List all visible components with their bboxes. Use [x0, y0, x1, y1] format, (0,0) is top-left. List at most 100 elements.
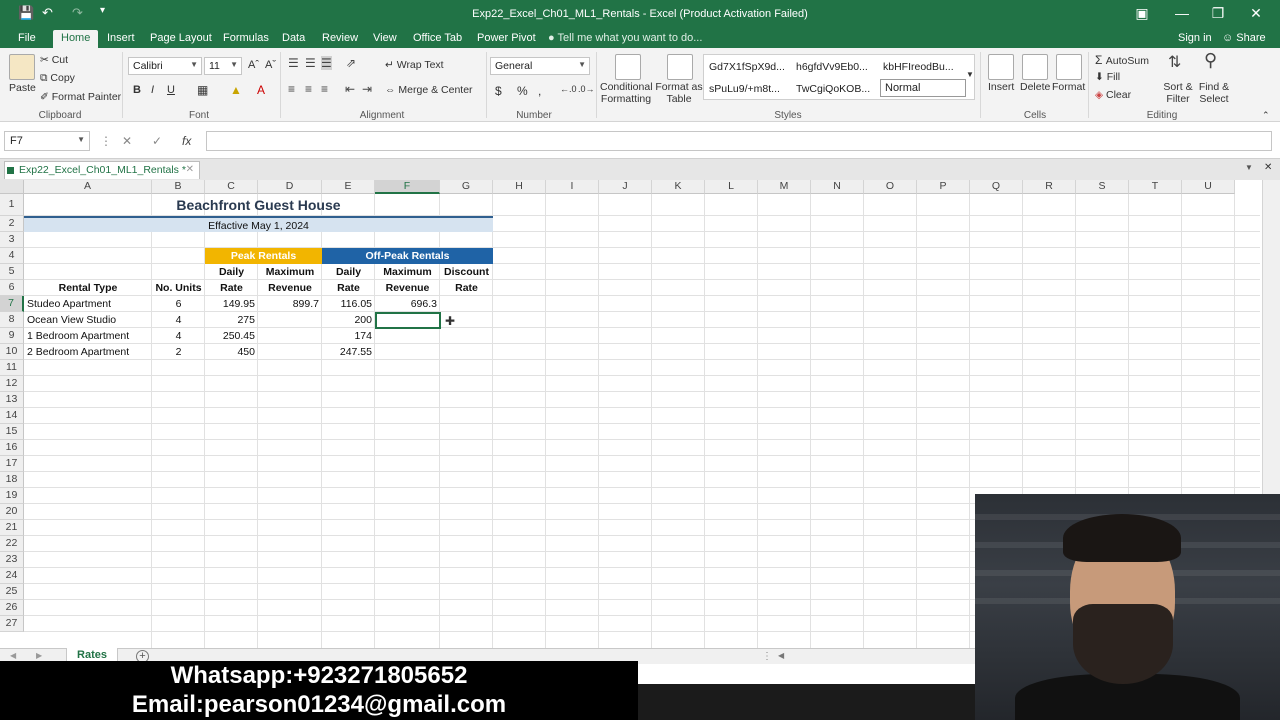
close-button[interactable]: ✕ — [1246, 5, 1266, 22]
increase-font-icon[interactable]: Aˆ — [248, 59, 259, 71]
column-header-a[interactable]: A — [24, 180, 152, 194]
peak-rate-cell[interactable]: 275 — [205, 312, 258, 328]
insert-cells-button[interactable]: Insert — [988, 81, 1014, 93]
offpeak-rate-cell[interactable]: 174 — [322, 328, 375, 344]
row-header-18[interactable]: 18 — [0, 472, 24, 488]
borders-icon[interactable]: ▦ — [197, 83, 208, 97]
orientation-icon[interactable]: ⇗ — [346, 56, 356, 70]
header-cell[interactable]: Rate — [440, 280, 493, 296]
row-header-5[interactable]: 5 — [0, 264, 24, 280]
tab-data[interactable]: Data — [274, 30, 313, 48]
row-header-14[interactable]: 14 — [0, 408, 24, 424]
autosum-button[interactable]: Σ AutoSum — [1095, 53, 1149, 67]
format-cells-icon[interactable] — [1056, 54, 1082, 80]
column-header-b[interactable]: B — [152, 180, 205, 194]
row-header-2[interactable]: 2 — [0, 216, 24, 232]
sort-filter-button[interactable]: Sort & Filter — [1160, 81, 1196, 105]
scroll-tabs-right-icon[interactable]: ▶ — [36, 651, 42, 660]
peak-rentals-header[interactable]: Peak Rentals — [205, 248, 322, 264]
column-header-t[interactable]: T — [1129, 180, 1182, 194]
increase-decimal-icon[interactable]: ←.0 — [560, 84, 577, 94]
style-item[interactable]: Gd7X1fSpX9d... — [709, 61, 793, 73]
rental-type-cell[interactable]: Ocean View Studio — [24, 312, 152, 328]
peak-rate-cell[interactable]: 149.95 — [205, 296, 258, 312]
column-header-o[interactable]: O — [864, 180, 917, 194]
header-cell[interactable]: Rate — [205, 280, 258, 296]
insert-cells-icon[interactable] — [988, 54, 1014, 80]
restore-button[interactable]: ❐ — [1208, 5, 1228, 22]
delete-cells-button[interactable]: Delete — [1020, 81, 1050, 93]
collapse-ribbon-icon[interactable]: ⌃ — [1262, 110, 1270, 121]
close-workbook-icon[interactable]: ✕ — [1264, 162, 1272, 173]
row-header-25[interactable]: 25 — [0, 584, 24, 600]
align-center-icon[interactable]: ≡ — [305, 82, 312, 96]
tab-home[interactable]: Home — [53, 30, 99, 48]
row-header-11[interactable]: 11 — [0, 360, 24, 376]
offpeak-revenue-cell[interactable] — [375, 344, 440, 360]
percent-icon[interactable]: % — [517, 84, 528, 98]
fill-button[interactable]: ⬇ Fill — [1095, 71, 1120, 83]
increase-indent-icon[interactable]: ⇥ — [362, 82, 372, 96]
font-name-dropdown[interactable]: Calibri ▼ — [128, 57, 202, 75]
conditional-formatting-button[interactable]: Conditional Formatting — [600, 81, 653, 105]
tab-review[interactable]: Review — [314, 30, 366, 48]
row-header-21[interactable]: 21 — [0, 520, 24, 536]
tell-me-box[interactable]: ● Tell me what you want to do... — [548, 32, 702, 44]
style-item[interactable]: kbHFIreodBu... — [883, 61, 967, 73]
column-header-c[interactable]: C — [205, 180, 258, 194]
cancel-icon[interactable]: ✕ — [122, 134, 132, 148]
minimize-button[interactable]: — — [1172, 5, 1192, 21]
column-header-s[interactable]: S — [1076, 180, 1129, 194]
scroll-left-icon[interactable]: ◀ — [778, 651, 784, 660]
row-header-17[interactable]: 17 — [0, 456, 24, 472]
row-header-19[interactable]: 19 — [0, 488, 24, 504]
tab-formulas[interactable]: Formulas — [215, 30, 277, 48]
clear-button[interactable]: ◈ Clear — [1095, 89, 1131, 101]
row-header-12[interactable]: 12 — [0, 376, 24, 392]
column-header-m[interactable]: M — [758, 180, 811, 194]
decrease-font-icon[interactable]: Aˇ — [265, 59, 276, 71]
find-select-button[interactable]: Find & Select — [1196, 81, 1232, 105]
offpeak-rate-cell[interactable]: 247.55 — [322, 344, 375, 360]
fill-color-icon[interactable]: ▲ — [230, 83, 242, 97]
sheet-subtitle[interactable]: Effactive May 1, 2024 — [24, 216, 493, 232]
style-item[interactable]: sPuLu9/+m8t... — [709, 83, 793, 95]
column-header-f[interactable]: F — [375, 180, 440, 194]
rental-type-cell[interactable]: Studeo Apartment — [24, 296, 152, 312]
tab-list-icon[interactable]: ▼ — [1245, 163, 1253, 172]
sort-filter-icon[interactable]: ⇅ — [1168, 52, 1181, 72]
select-all-corner[interactable] — [0, 180, 24, 194]
peak-revenue-cell[interactable] — [258, 312, 322, 328]
column-header-l[interactable]: L — [705, 180, 758, 194]
close-tab-icon[interactable]: ✕ — [186, 164, 194, 175]
row-header-8[interactable]: 8 — [0, 312, 24, 328]
units-cell[interactable]: 6 — [152, 296, 205, 312]
row-header-16[interactable]: 16 — [0, 440, 24, 456]
decrease-indent-icon[interactable]: ⇤ — [345, 82, 355, 96]
format-as-table-button[interactable]: Format as Table — [655, 81, 703, 105]
header-cell[interactable]: Rental Type — [24, 280, 152, 296]
peak-rate-cell[interactable]: 250.45 — [205, 328, 258, 344]
header-cell[interactable]: Daily — [205, 264, 258, 280]
style-item[interactable]: TwCgiQoKOB... — [796, 83, 880, 95]
underline-icon[interactable]: U — [167, 84, 175, 96]
column-header-d[interactable]: D — [258, 180, 322, 194]
column-header-h[interactable]: H — [493, 180, 546, 194]
align-middle-icon[interactable]: ☰ — [305, 56, 316, 70]
style-item[interactable]: h6gfdVv9Eb0... — [796, 61, 880, 73]
column-header-p[interactable]: P — [917, 180, 970, 194]
format-as-table-icon[interactable] — [667, 54, 693, 80]
row-header-4[interactable]: 4 — [0, 248, 24, 264]
bold-icon[interactable]: B — [133, 84, 141, 96]
row-header-20[interactable]: 20 — [0, 504, 24, 520]
header-cell[interactable]: Maximum — [258, 264, 322, 280]
header-cell[interactable]: Maximum — [375, 264, 440, 280]
offpeak-rate-cell[interactable]: 200 — [322, 312, 375, 328]
column-header-e[interactable]: E — [322, 180, 375, 194]
column-header-j[interactable]: J — [599, 180, 652, 194]
rental-type-cell[interactable]: 2 Bedroom Apartment — [24, 344, 152, 360]
row-header-24[interactable]: 24 — [0, 568, 24, 584]
scroll-tabs-left-icon[interactable]: ◀ — [10, 651, 16, 660]
row-header-22[interactable]: 22 — [0, 536, 24, 552]
column-header-n[interactable]: N — [811, 180, 864, 194]
